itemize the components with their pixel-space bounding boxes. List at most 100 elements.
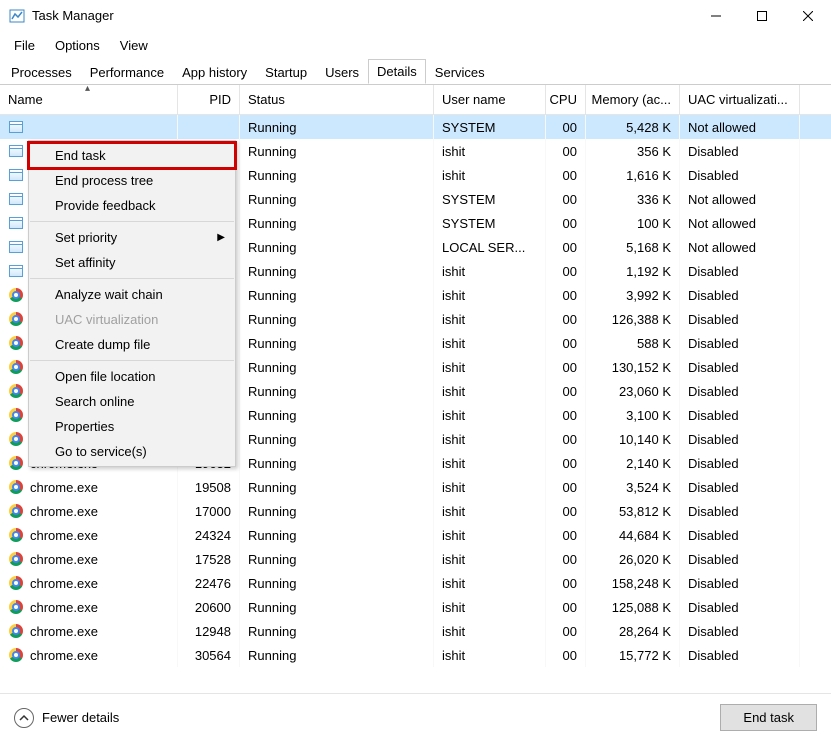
- tab-services[interactable]: Services: [426, 60, 494, 84]
- cell-memory: 336 K: [586, 187, 680, 211]
- cell-memory: 3,524 K: [586, 475, 680, 499]
- cell-user-name: ishit: [434, 427, 546, 451]
- ctx-open-file-location[interactable]: Open file location: [29, 364, 235, 389]
- table-row[interactable]: chrome.exe12948Runningishit0028,264 KDis…: [0, 619, 831, 643]
- menu-file[interactable]: File: [4, 34, 45, 57]
- ctx-end-process-tree[interactable]: End process tree: [29, 168, 235, 193]
- cell-uac: Disabled: [680, 451, 800, 475]
- cell-memory: 130,152 K: [586, 355, 680, 379]
- minimize-button[interactable]: [693, 0, 739, 32]
- process-icon: [8, 167, 24, 183]
- cell-status: Running: [240, 187, 434, 211]
- tab-strip: Processes Performance App history Startu…: [0, 58, 831, 84]
- process-name: chrome.exe: [30, 552, 98, 567]
- cell-pid: 17528: [178, 547, 240, 571]
- ctx-analyze-wait-chain[interactable]: Analyze wait chain: [29, 282, 235, 307]
- ctx-set-affinity[interactable]: Set affinity: [29, 250, 235, 275]
- cell-user-name: SYSTEM: [434, 115, 546, 139]
- ctx-end-task[interactable]: End task: [29, 143, 235, 168]
- cell-user-name: ishit: [434, 355, 546, 379]
- cell-cpu: 00: [546, 499, 586, 523]
- cell-cpu: 00: [546, 187, 586, 211]
- table-row[interactable]: chrome.exe19508Runningishit003,524 KDisa…: [0, 475, 831, 499]
- table-row[interactable]: chrome.exe20600Runningishit00125,088 KDi…: [0, 595, 831, 619]
- cell-uac: Disabled: [680, 571, 800, 595]
- context-menu: End task End process tree Provide feedba…: [28, 140, 236, 467]
- chrome-icon: [8, 527, 24, 543]
- cell-cpu: 00: [546, 355, 586, 379]
- tab-performance[interactable]: Performance: [81, 60, 173, 84]
- table-row[interactable]: chrome.exe24324Runningishit0044,684 KDis…: [0, 523, 831, 547]
- cell-cpu: 00: [546, 451, 586, 475]
- chrome-icon: [8, 431, 24, 447]
- cell-uac: Disabled: [680, 283, 800, 307]
- cell-pid: 12948: [178, 619, 240, 643]
- ctx-search-online[interactable]: Search online: [29, 389, 235, 414]
- end-task-button[interactable]: End task: [720, 704, 817, 731]
- cell-name: chrome.exe: [0, 475, 178, 499]
- process-name: chrome.exe: [30, 648, 98, 663]
- chrome-icon: [8, 647, 24, 663]
- table-row[interactable]: chrome.exe17000Runningishit0053,812 KDis…: [0, 499, 831, 523]
- process-icon: [8, 119, 24, 135]
- chevron-right-icon: ▶: [217, 232, 225, 243]
- cell-status: Running: [240, 451, 434, 475]
- cell-status: Running: [240, 235, 434, 259]
- cell-cpu: 00: [546, 643, 586, 667]
- cell-cpu: 00: [546, 403, 586, 427]
- cell-status: Running: [240, 475, 434, 499]
- table-row[interactable]: chrome.exe17528Runningishit0026,020 KDis…: [0, 547, 831, 571]
- cell-uac: Disabled: [680, 139, 800, 163]
- cell-user-name: ishit: [434, 643, 546, 667]
- tab-startup[interactable]: Startup: [256, 60, 316, 84]
- cell-status: Running: [240, 283, 434, 307]
- column-pid[interactable]: PID: [178, 85, 240, 114]
- cell-status: Running: [240, 595, 434, 619]
- ctx-separator: [30, 278, 234, 279]
- tab-details[interactable]: Details: [368, 59, 426, 84]
- title-bar[interactable]: Task Manager: [0, 0, 831, 32]
- cell-cpu: 00: [546, 379, 586, 403]
- cell-pid: [178, 115, 240, 139]
- tab-users[interactable]: Users: [316, 60, 368, 84]
- cell-uac: Not allowed: [680, 235, 800, 259]
- cell-uac: Disabled: [680, 619, 800, 643]
- cell-uac: Disabled: [680, 595, 800, 619]
- cell-status: Running: [240, 355, 434, 379]
- cell-uac: Disabled: [680, 163, 800, 187]
- chrome-icon: [8, 623, 24, 639]
- chrome-icon: [8, 335, 24, 351]
- ctx-set-priority[interactable]: Set priority▶: [29, 225, 235, 250]
- tab-app-history[interactable]: App history: [173, 60, 256, 84]
- ctx-separator: [30, 360, 234, 361]
- ctx-separator: [30, 221, 234, 222]
- menu-view[interactable]: View: [110, 34, 158, 57]
- column-uac-virtualization[interactable]: UAC virtualizati...: [680, 85, 800, 114]
- close-button[interactable]: [785, 0, 831, 32]
- column-cpu[interactable]: CPU: [546, 85, 586, 114]
- cell-user-name: SYSTEM: [434, 211, 546, 235]
- cell-memory: 2,140 K: [586, 451, 680, 475]
- cell-user-name: ishit: [434, 595, 546, 619]
- ctx-provide-feedback[interactable]: Provide feedback: [29, 193, 235, 218]
- cell-cpu: 00: [546, 571, 586, 595]
- tab-processes[interactable]: Processes: [2, 60, 81, 84]
- cell-status: Running: [240, 427, 434, 451]
- column-user-name[interactable]: User name: [434, 85, 546, 114]
- ctx-create-dump-file[interactable]: Create dump file: [29, 332, 235, 357]
- cell-uac: Disabled: [680, 523, 800, 547]
- cell-status: Running: [240, 571, 434, 595]
- column-status[interactable]: Status: [240, 85, 434, 114]
- column-memory[interactable]: Memory (ac...: [586, 85, 680, 114]
- cell-memory: 588 K: [586, 331, 680, 355]
- cell-status: Running: [240, 211, 434, 235]
- menu-options[interactable]: Options: [45, 34, 110, 57]
- maximize-button[interactable]: [739, 0, 785, 32]
- fewer-details-toggle[interactable]: Fewer details: [14, 708, 119, 728]
- ctx-go-to-services[interactable]: Go to service(s): [29, 439, 235, 464]
- table-row[interactable]: chrome.exe22476Runningishit00158,248 KDi…: [0, 571, 831, 595]
- table-row[interactable]: chrome.exe30564Runningishit0015,772 KDis…: [0, 643, 831, 667]
- table-row[interactable]: RunningSYSTEM005,428 KNot allowed: [0, 115, 831, 139]
- process-name: chrome.exe: [30, 624, 98, 639]
- ctx-properties[interactable]: Properties: [29, 414, 235, 439]
